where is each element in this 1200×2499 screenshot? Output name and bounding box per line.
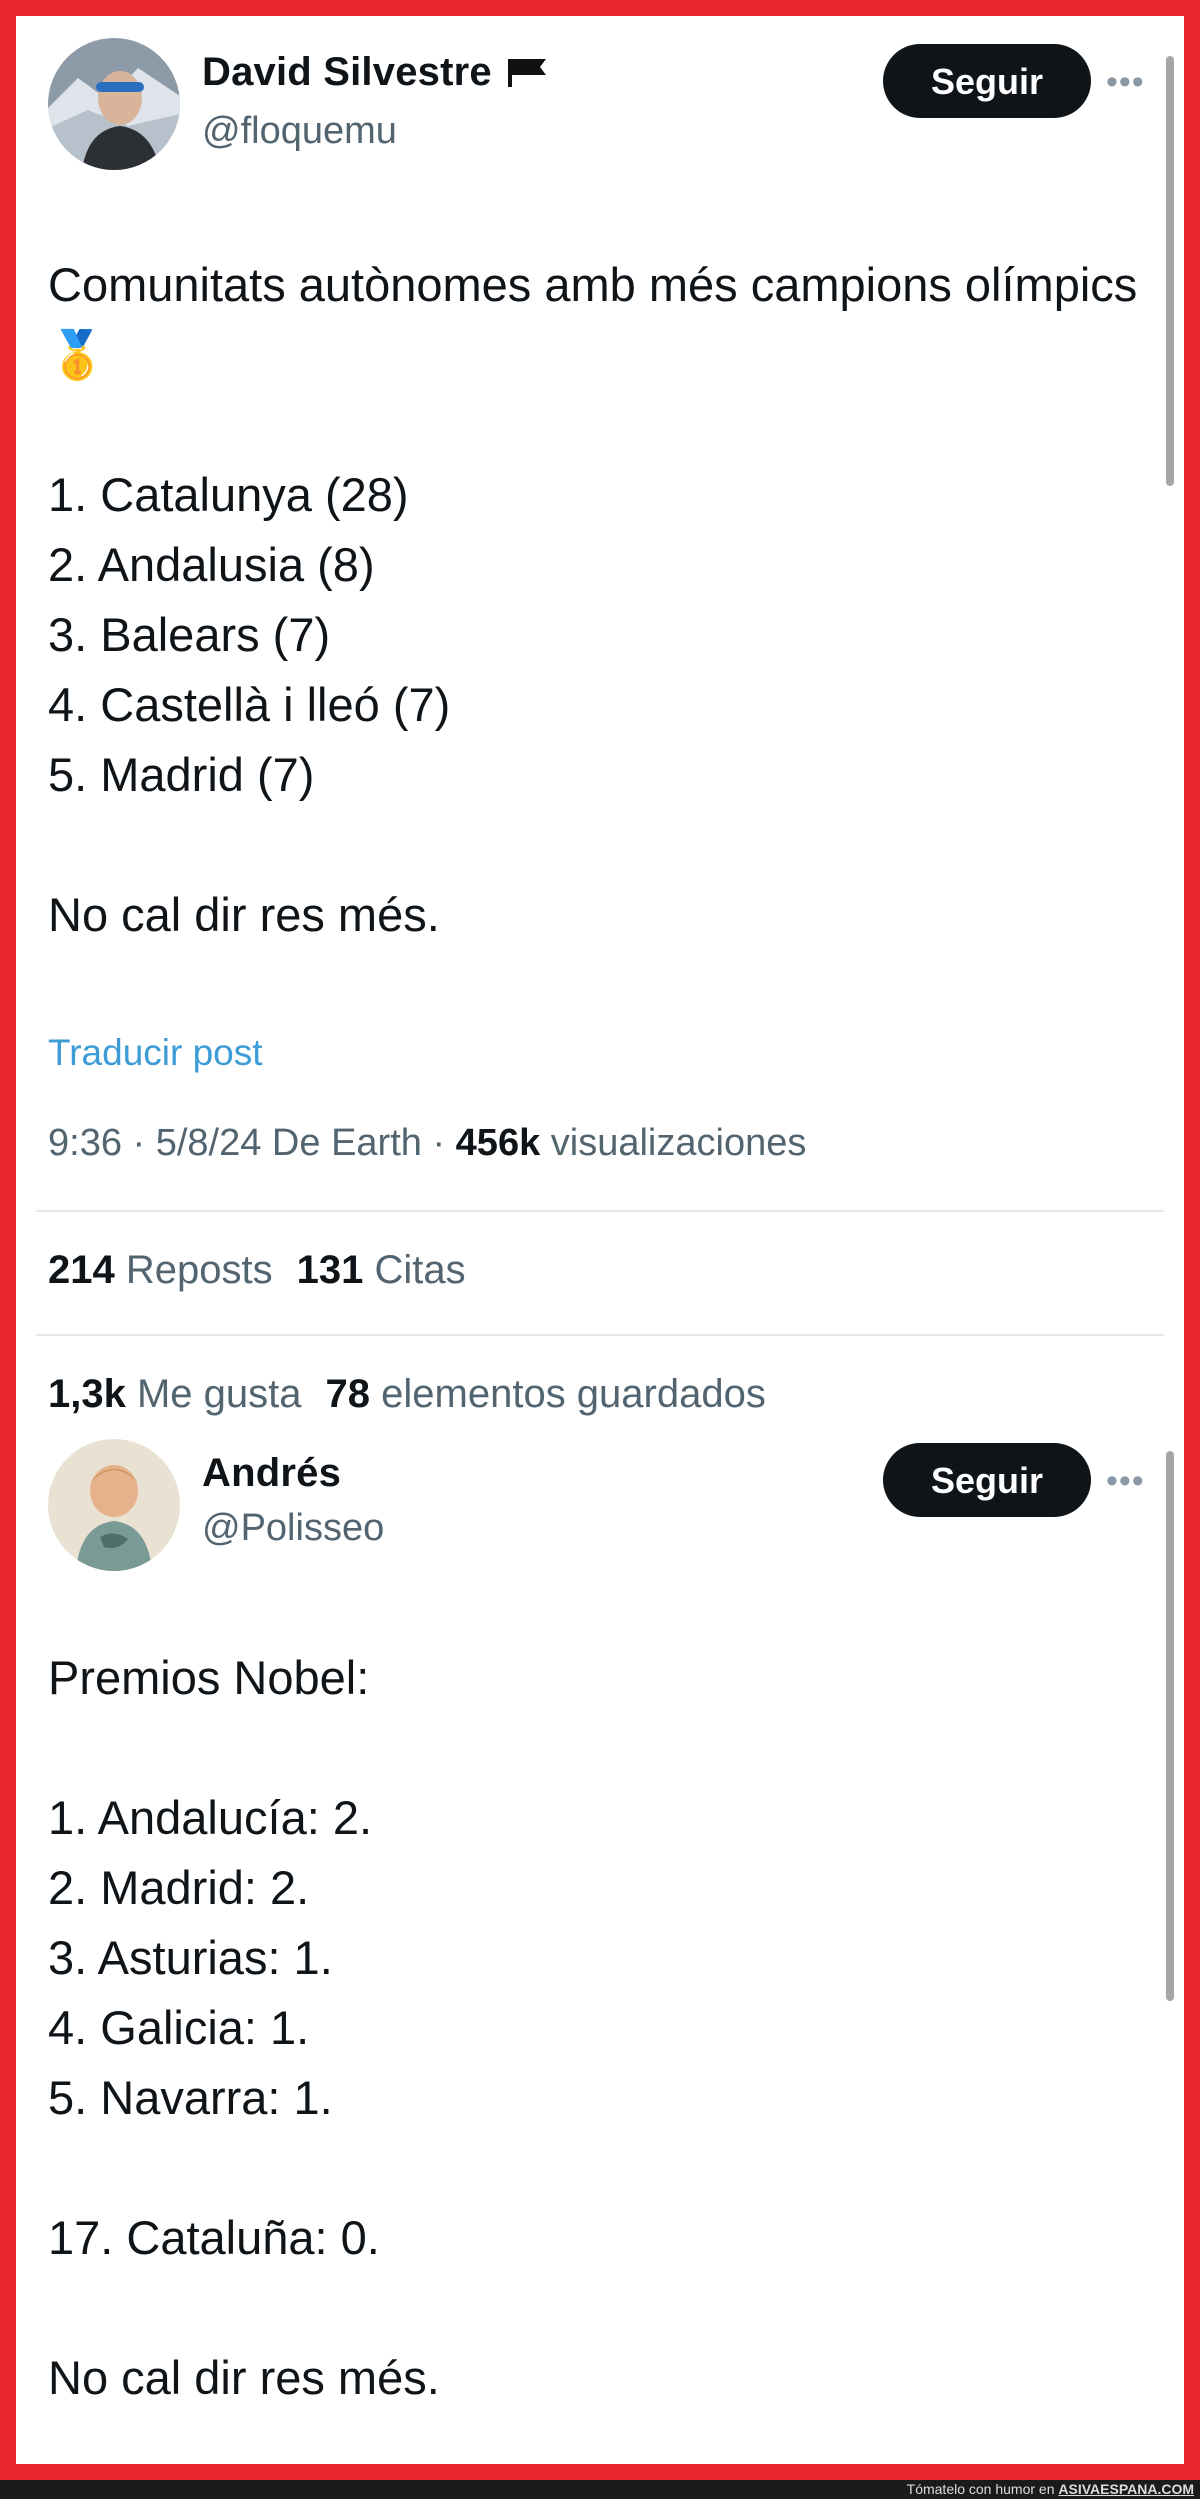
screenshot-canvas: David Silvestre @floquemu Seguir ••• Com… (16, 16, 1184, 2464)
likes-label: Me gusta (136, 1372, 302, 1416)
likes-count: 1,3k (48, 1372, 126, 1416)
quotes-label: Citas (374, 1248, 466, 1292)
author-handle[interactable]: @Polisseo (202, 1507, 384, 1550)
views-label: visualizaciones (540, 1122, 807, 1164)
bookmarks-stat[interactable]: 78 elementos guardados (326, 1372, 766, 1416)
divider (36, 1210, 1164, 1212)
quotes-count: 131 (296, 1248, 364, 1292)
bookmarks-label: elementos guardados (381, 1372, 766, 1416)
author-handle[interactable]: @floquemu (202, 110, 397, 153)
watermark-footer: Tómatelo con humor en ASIVAESPANA.COM (0, 2480, 1200, 2499)
avatar[interactable] (48, 38, 180, 170)
author-name[interactable]: David Silvestre (202, 50, 550, 95)
red-frame: David Silvestre @floquemu Seguir ••• Com… (0, 0, 1200, 2480)
quotes-stat[interactable]: 131 Citas (297, 1248, 466, 1292)
reposts-count: 214 (48, 1248, 115, 1292)
black-flag-icon (507, 59, 546, 87)
likes-stat[interactable]: 1,3k Me gusta (48, 1372, 302, 1416)
more-options-icon[interactable]: ••• (1106, 1464, 1156, 1498)
avatar[interactable] (48, 1439, 180, 1571)
engagement-row: 1,3k Me gusta 78 elementos guardados (48, 1372, 790, 1417)
scrollbar[interactable] (1166, 1451, 1174, 2001)
more-options-icon[interactable]: ••• (1106, 65, 1156, 99)
reposts-label: Reposts (125, 1248, 273, 1292)
follow-button[interactable]: Seguir (883, 1443, 1091, 1517)
translate-post-link[interactable]: Traducir post (48, 1032, 263, 1074)
tweet-text: Premios Nobel: 1. Andalucía: 2. 2. Madri… (48, 1651, 440, 2404)
scrollbar[interactable] (1166, 56, 1174, 486)
tweet-meta: 9:36 · 5/8/24 De Earth · 456k visualizac… (48, 1122, 806, 1165)
author-name[interactable]: Andrés (202, 1451, 341, 1496)
bookmarks-count: 78 (325, 1372, 371, 1416)
follow-button[interactable]: Seguir (883, 44, 1091, 118)
views-count: 456k (455, 1122, 541, 1164)
tweet-card-2: Andrés @Polisseo Seguir ••• Premios Nobe… (16, 1421, 1184, 2464)
timestamp-source[interactable]: 9:36 · 5/8/24 De Earth · (48, 1122, 456, 1164)
tweet-card-1: David Silvestre @floquemu Seguir ••• Com… (16, 16, 1184, 1421)
author-name-text: David Silvestre (202, 50, 492, 94)
watermark-site[interactable]: ASIVAESPANA.COM (1058, 2481, 1194, 2497)
divider (36, 1334, 1164, 1336)
reposts-stat[interactable]: 214 Reposts (48, 1248, 273, 1292)
engagement-row: 214 Reposts 131 Citas (48, 1248, 490, 1293)
watermark-text: Tómatelo con humor en (906, 2481, 1059, 2497)
tweet-text: Comunitats autònomes amb més campions ol… (48, 258, 1138, 941)
